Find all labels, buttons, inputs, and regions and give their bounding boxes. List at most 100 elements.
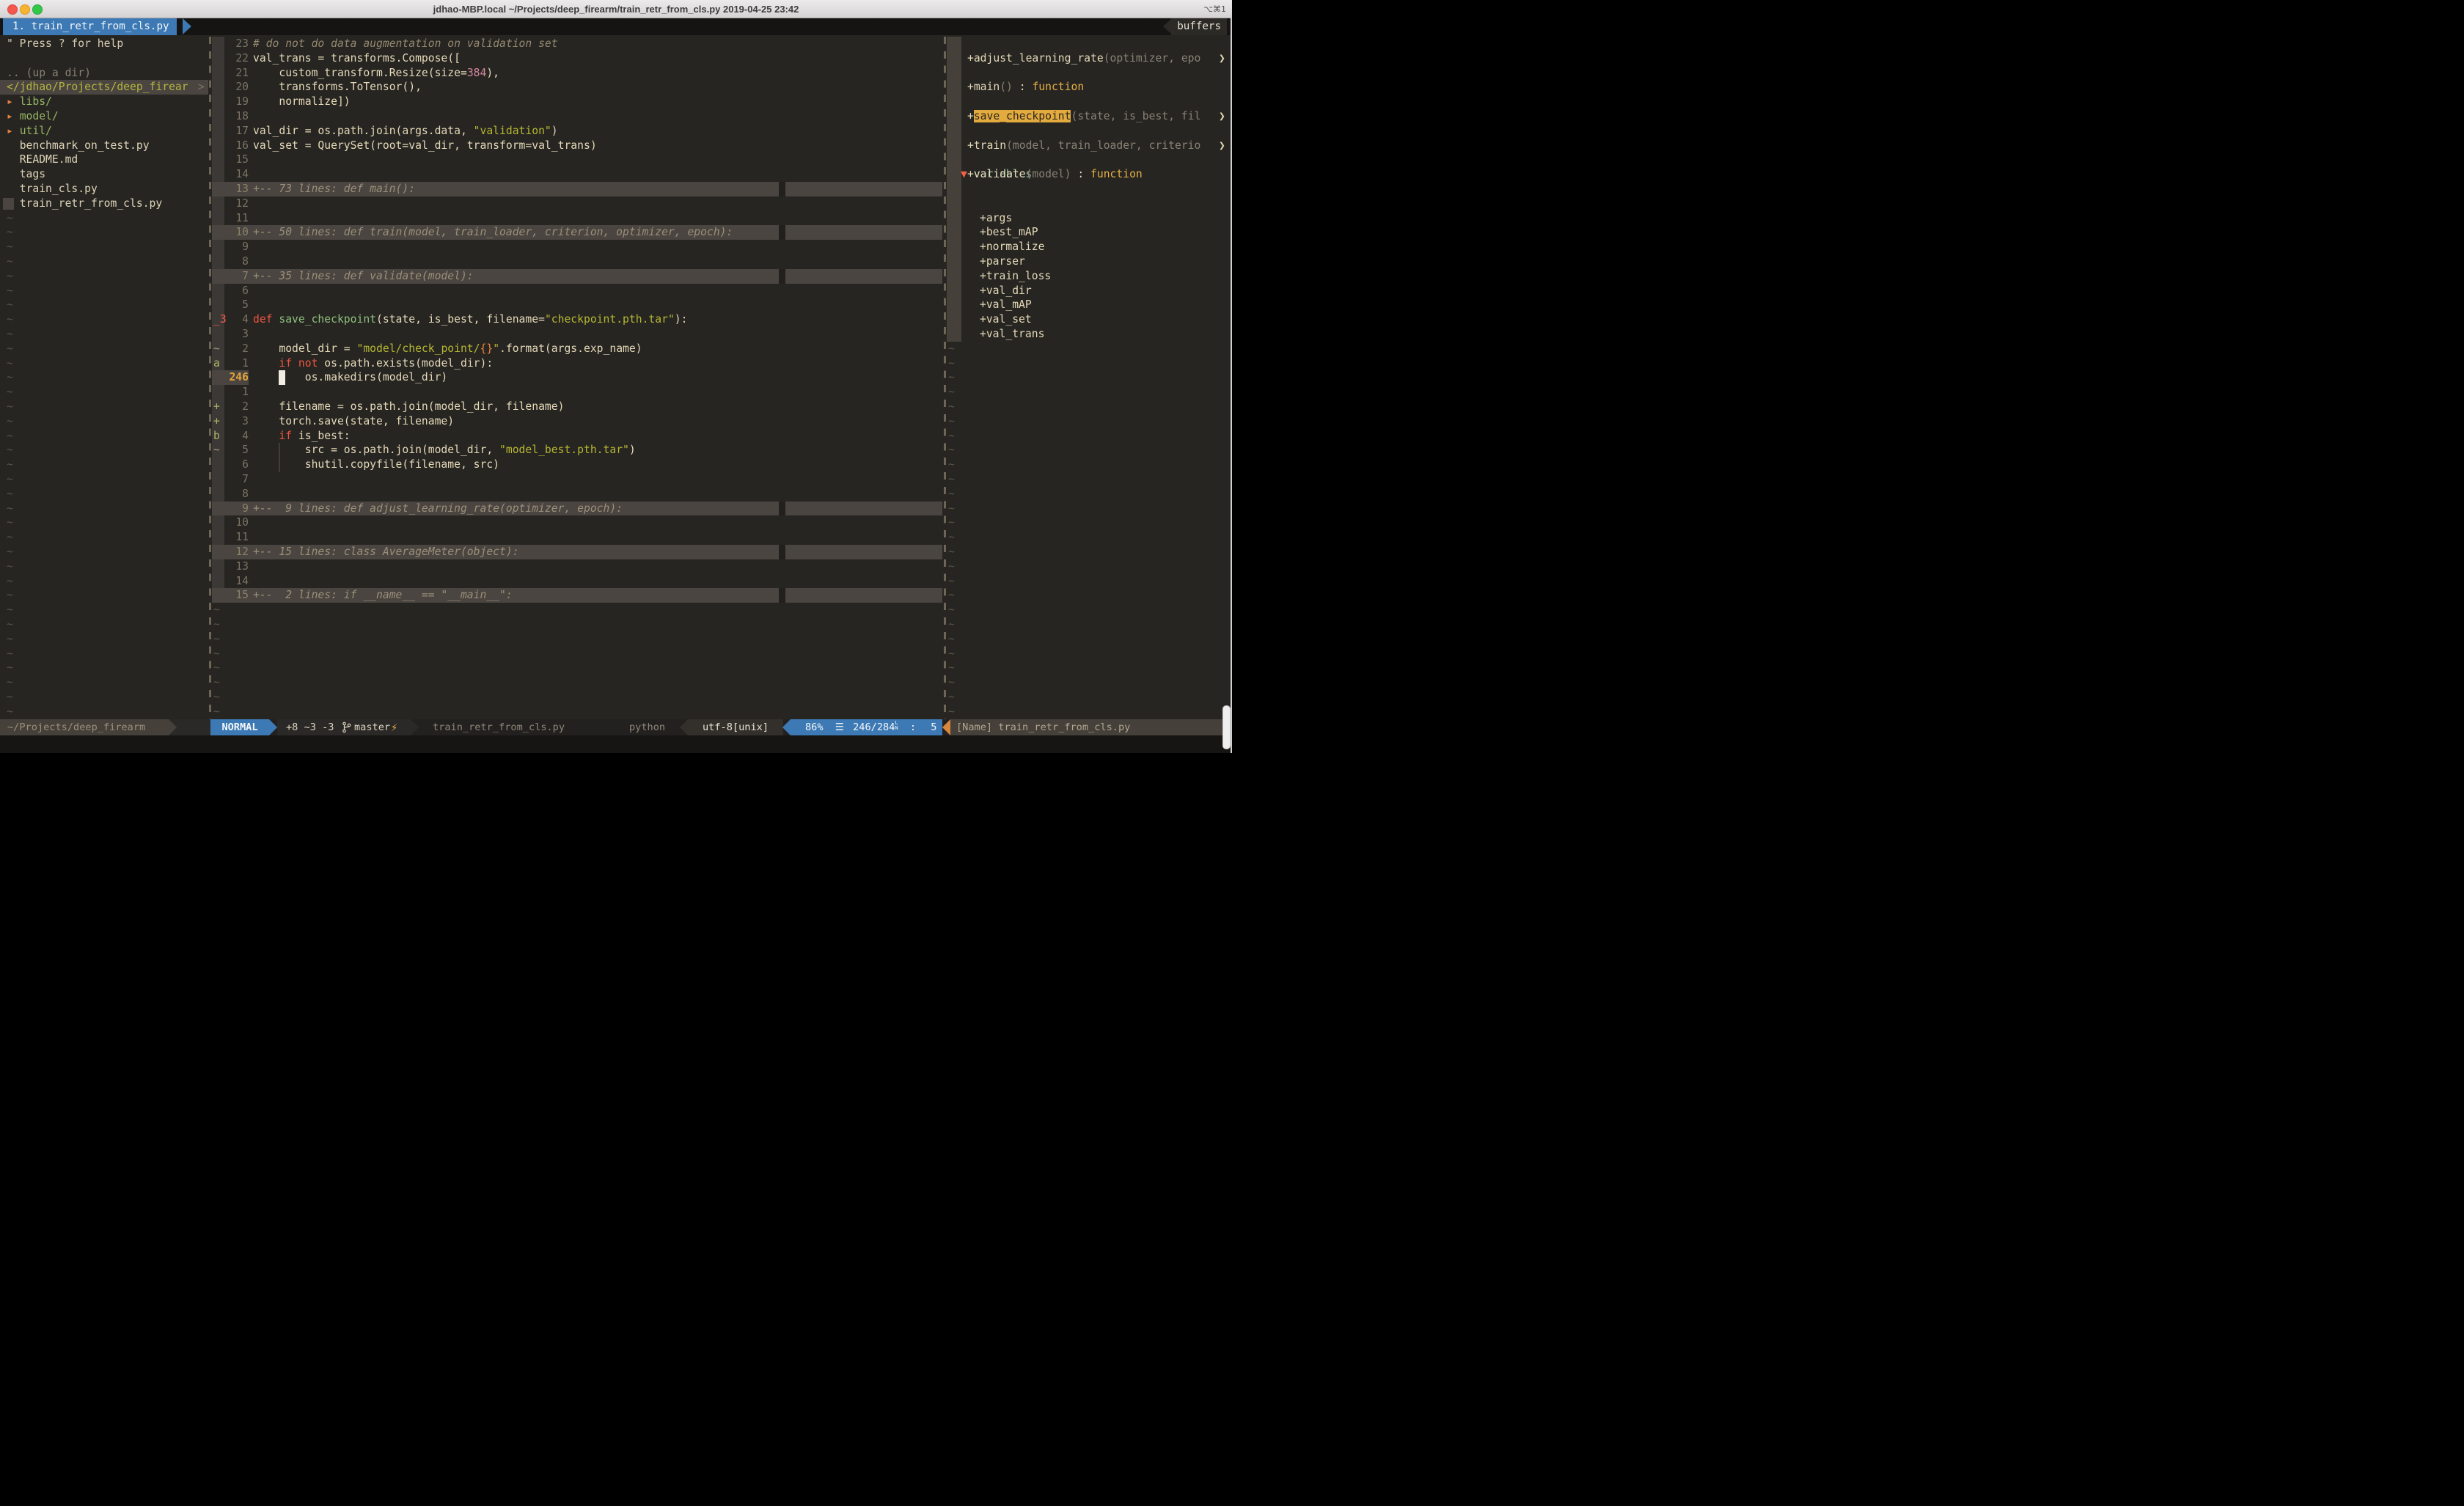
scrollbar-thumb[interactable] (1222, 705, 1231, 749)
tag-segment: +validate (967, 168, 1026, 180)
tilde: ~ (7, 661, 13, 675)
editor-line[interactable]: shutil.copyfile(filename, src) (253, 458, 499, 472)
editor-line[interactable]: def save_checkpoint(state, is_best, file… (253, 312, 687, 327)
tagbar-item[interactable]: +val_dir (980, 284, 1032, 298)
nerdtree-item-label[interactable]: " Press ? for help (7, 37, 123, 51)
tagbar-item[interactable]: +adjust_learning_rate(optimizer, epo (967, 51, 1200, 66)
tilde: ~ (213, 647, 220, 661)
folded-region[interactable]: +-- 9 lines: def adjust_learning_rate(op… (253, 502, 623, 516)
tilde: ~ (7, 414, 13, 429)
tagbar-item[interactable]: +val_mAP (980, 298, 1032, 312)
folder-arrow-icon[interactable]: ▸ (7, 109, 13, 124)
tag-segment: function (1032, 81, 1084, 93)
tilde: ~ (948, 414, 955, 429)
editor-line[interactable]: custom_transform.Resize(size=384), (253, 66, 499, 81)
statusline-position: 86% ☰ 246/284LN : 5 (791, 719, 942, 735)
tagbar-item[interactable]: +validate(model) : function (967, 167, 1143, 182)
tilde: ~ (7, 240, 13, 254)
folder-arrow-icon[interactable]: ▸ (7, 95, 13, 109)
tag-segment: +adjust_learning_rate (967, 52, 1104, 65)
tilde: ~ (948, 370, 955, 385)
code-segment: val_trans = transforms.Compose([ (253, 52, 461, 65)
tagbar-item[interactable]: +normalize (980, 240, 1044, 254)
line-number: 7 (224, 269, 249, 284)
editor-line[interactable]: val_set = QuerySet(root=val_dir, transfo… (253, 139, 597, 153)
code-segment: ) (629, 444, 636, 456)
editor-line[interactable]: if not os.path.exists(model_dir): (253, 356, 493, 371)
command-line (0, 735, 1232, 753)
tilde: ~ (948, 342, 955, 356)
window-title: jdhao-MBP.local ~/Projects/deep_firearm/… (0, 0, 1232, 18)
nerdtree-item-label[interactable]: .. (up a dir) (7, 66, 91, 81)
line-number: 12 (224, 545, 249, 559)
tagbar-item[interactable]: +val_set (980, 312, 1032, 327)
code-segment: ): (675, 313, 688, 326)
line-number: 5 (224, 443, 249, 458)
nerdtree-item-label[interactable]: util/ (20, 124, 52, 139)
nerdtree-item-label[interactable]: libs/ (20, 95, 52, 109)
editor-line[interactable]: val_trans = transforms.Compose([ (253, 51, 461, 66)
tagbar-item[interactable]: +train_loss (980, 269, 1051, 284)
buffers-label[interactable]: buffers (1171, 18, 1227, 35)
tagbar-gutter (947, 37, 961, 342)
code-segment: val_dir = os.path.join(args.data, (253, 125, 474, 137)
tagbar-item[interactable]: +parser (980, 254, 1025, 269)
line-number: 14 (224, 167, 249, 182)
tag-segment: () (1000, 81, 1013, 93)
folded-region[interactable]: +-- 50 lines: def train(model, train_loa… (253, 225, 733, 240)
nerdtree-item-label[interactable]: </jdhao/Projects/deep_firear (7, 80, 188, 95)
editor-line[interactable]: val_dir = os.path.join(args.data, "valid… (253, 124, 558, 139)
tab-train-retr-from-cls[interactable]: 1. train_retr_from_cls.py (3, 18, 177, 35)
editor-line[interactable]: filename = os.path.join(model_dir, filen… (253, 400, 564, 414)
nerdtree-item-label[interactable]: train_cls.py (20, 182, 98, 196)
column-number: 5 (931, 721, 936, 733)
tagbar-item[interactable]: +val_trans (980, 327, 1044, 342)
ln-icon: LN (895, 721, 898, 731)
tilde: ~ (7, 356, 13, 371)
editor-line[interactable]: src = os.path.join(model_dir, "model_bes… (253, 443, 636, 458)
folded-region[interactable]: +-- 73 lines: def main(): (253, 182, 415, 196)
tagbar-item[interactable]: +args (980, 211, 1012, 226)
powerline-arrow-icon (680, 719, 688, 735)
window-shortcut-badge: ⌥⌘1 (1203, 0, 1226, 18)
editor-line[interactable]: if is_best: (253, 429, 351, 444)
tagbar-item[interactable]: +best_mAP (980, 225, 1038, 240)
colorcolumn-notch (779, 588, 785, 603)
folded-region[interactable]: +-- 2 lines: if __name__ == "__main__": (253, 588, 513, 603)
editor-line[interactable]: transforms.ToTensor(), (253, 80, 422, 95)
nerdtree-item-label[interactable]: train_retr_from_cls.py (20, 196, 163, 211)
code-segment: torch.save(state, filename) (253, 415, 454, 427)
tagbar-item[interactable]: +main() : function (967, 80, 1084, 95)
editor-line[interactable]: # do not do data augmentation on validat… (253, 37, 558, 51)
tagbar-item[interactable]: +train(model, train_loader, criterio (967, 139, 1200, 153)
ruler-colon: : (910, 721, 916, 733)
tilde: ~ (213, 661, 220, 675)
tilde: ~ (7, 298, 13, 312)
gutter-sign: + (213, 400, 220, 414)
editor-line[interactable]: normalize]) (253, 95, 351, 109)
line-number: 10 (224, 225, 249, 240)
branch-icon (342, 721, 351, 736)
tilde: ~ (948, 559, 955, 574)
tagbar-item[interactable]: +save_checkpoint(state, is_best, fil (967, 109, 1200, 124)
tilde: ~ (948, 472, 955, 487)
editor-line[interactable]: model_dir = "model/check_point/{}".forma… (253, 342, 642, 356)
editor-line[interactable]: torch.save(state, filename) (253, 414, 454, 429)
window-separator-nerdtree[interactable] (209, 37, 211, 719)
folded-region[interactable]: +-- 35 lines: def validate(model): (253, 269, 474, 284)
nerdtree-item-label[interactable]: README.md (20, 153, 78, 167)
nerdtree-item-label[interactable]: model/ (20, 109, 59, 124)
line-number: 3 (224, 414, 249, 429)
tilde: ~ (7, 225, 13, 240)
code-segment: normalize]) (253, 95, 351, 108)
folder-arrow-icon[interactable]: ▸ (7, 124, 13, 139)
nerdtree-item-label[interactable]: benchmark_on_test.py (20, 139, 150, 153)
folded-region[interactable]: +-- 15 lines: class AverageMeter(object)… (253, 545, 519, 559)
code-segment: filename = os.path.join(model_dir, filen… (253, 400, 564, 413)
nerdtree-item-label[interactable]: tags (20, 167, 45, 182)
window-separator-tagbar[interactable] (944, 37, 946, 719)
tilde: ~ (948, 632, 955, 647)
tag-segment: (state, is_best, fil (1071, 110, 1200, 122)
tagbar-truncation-icon: ❯ (1219, 139, 1225, 153)
code-segment: save_checkpoint (279, 313, 376, 326)
